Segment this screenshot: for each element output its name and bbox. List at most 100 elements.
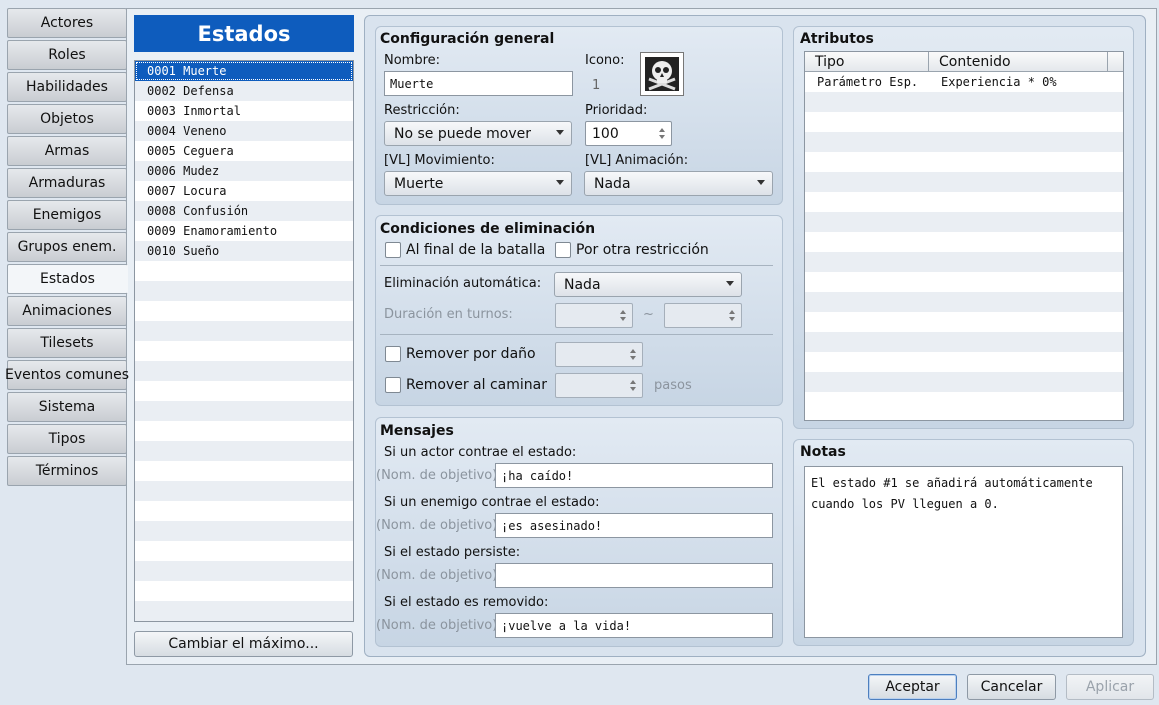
table-row[interactable] — [805, 92, 1123, 112]
end-battle-checkbox[interactable] — [385, 242, 401, 258]
list-item[interactable] — [135, 281, 353, 301]
table-row[interactable] — [805, 132, 1123, 152]
auto-removal-select[interactable]: Nada — [554, 272, 742, 297]
list-item[interactable] — [135, 301, 353, 321]
change-maximum-button[interactable]: Cambiar el máximo... — [134, 631, 353, 657]
damage-stepper[interactable] — [555, 342, 643, 367]
tab-animaciones[interactable]: Animaciones — [7, 296, 127, 326]
stepper-up-icon — [620, 310, 626, 314]
actor-message-input[interactable]: ¡ha caído! — [495, 463, 773, 488]
tab-términos[interactable]: Términos — [7, 456, 127, 486]
tab-estados[interactable]: Estados — [7, 264, 128, 294]
name-input[interactable]: Muerte — [384, 71, 573, 96]
motion-value: Muerte — [394, 175, 444, 192]
by-restriction-checkbox[interactable] — [555, 242, 571, 258]
list-item[interactable] — [135, 421, 353, 441]
list-item[interactable] — [135, 441, 353, 461]
restriction-select[interactable]: No se puede mover — [384, 121, 572, 146]
list-item[interactable] — [135, 581, 353, 601]
list-item[interactable]: 0006 Mudez — [135, 161, 353, 181]
walking-stepper[interactable] — [555, 373, 643, 398]
list-item[interactable] — [135, 321, 353, 341]
icon-picker[interactable] — [640, 52, 684, 96]
actor-message-value: ¡ha caído! — [501, 468, 574, 483]
tab-eventos-comunes[interactable]: Eventos comunes — [5, 360, 129, 390]
tab-enemigos[interactable]: Enemigos — [7, 200, 127, 230]
table-row[interactable] — [805, 392, 1123, 412]
list-item[interactable] — [135, 261, 353, 281]
remove-by-walking-checkbox[interactable] — [385, 377, 401, 393]
duration-max-stepper[interactable] — [664, 303, 742, 328]
table-row[interactable]: Parámetro Esp. Experiencia * 0% — [805, 72, 1123, 92]
duration-min-stepper[interactable] — [555, 303, 633, 328]
priority-stepper[interactable]: 100 — [585, 121, 672, 146]
steps-label: pasos — [654, 378, 692, 393]
overlay-select[interactable]: Nada — [584, 171, 773, 196]
tab-tilesets[interactable]: Tilesets — [7, 328, 127, 358]
table-row[interactable] — [805, 272, 1123, 292]
list-item[interactable] — [135, 341, 353, 361]
table-row[interactable] — [805, 352, 1123, 372]
tab-actores[interactable]: Actores — [7, 8, 127, 38]
tab-armaduras[interactable]: Armaduras — [7, 168, 127, 198]
restriction-value: No se puede mover — [394, 125, 532, 142]
column-header-content[interactable]: Contenido — [929, 52, 1108, 72]
persist-message-input[interactable] — [495, 563, 773, 588]
table-row[interactable] — [805, 112, 1123, 132]
list-item[interactable] — [135, 401, 353, 421]
list-item[interactable] — [135, 381, 353, 401]
list-item[interactable] — [135, 461, 353, 481]
table-row[interactable] — [805, 192, 1123, 212]
traits-table[interactable]: Tipo Contenido Parámetro Esp. Experiencia… — [804, 51, 1124, 421]
motion-label: [VL] Movimiento: — [384, 153, 495, 168]
list-item[interactable]: 0004 Veneno — [135, 121, 353, 141]
stepper-down-icon[interactable] — [659, 135, 665, 139]
list-item[interactable] — [135, 521, 353, 541]
list-item[interactable]: 0001 Muerte — [135, 61, 353, 81]
table-row[interactable] — [805, 372, 1123, 392]
list-item[interactable]: 0008 Confusión — [135, 201, 353, 221]
tab-sistema[interactable]: Sistema — [7, 392, 127, 422]
table-row[interactable] — [805, 172, 1123, 192]
table-row[interactable] — [805, 252, 1123, 272]
tab-habilidades[interactable]: Habilidades — [7, 72, 127, 102]
tab-grupos-enem-[interactable]: Grupos enem. — [7, 232, 127, 262]
list-item[interactable] — [135, 561, 353, 581]
list-item[interactable] — [135, 601, 353, 621]
stepper-up-icon[interactable] — [659, 128, 665, 132]
cancel-button[interactable]: Cancelar — [967, 674, 1056, 700]
tab-tipos[interactable]: Tipos — [7, 424, 127, 454]
table-row[interactable] — [805, 292, 1123, 312]
enemy-message-value: ¡es asesinado! — [501, 518, 603, 533]
table-row[interactable] — [805, 332, 1123, 352]
notes-textarea[interactable]: El estado #1 se añadirá automáticamente … — [804, 466, 1123, 638]
table-row[interactable] — [805, 232, 1123, 252]
tab-roles[interactable]: Roles — [7, 40, 127, 70]
tab-armas[interactable]: Armas — [7, 136, 127, 166]
column-header-filler — [1108, 52, 1123, 72]
motion-select[interactable]: Muerte — [384, 171, 572, 196]
list-item[interactable]: 0007 Locura — [135, 181, 353, 201]
list-item[interactable] — [135, 501, 353, 521]
table-row[interactable] — [805, 212, 1123, 232]
column-header-type[interactable]: Tipo — [805, 52, 929, 72]
enemy-message-input[interactable]: ¡es asesinado! — [495, 513, 773, 538]
list-item[interactable] — [135, 361, 353, 381]
table-row[interactable] — [805, 152, 1123, 172]
list-item[interactable] — [135, 481, 353, 501]
list-item[interactable]: 0010 Sueño — [135, 241, 353, 261]
removed-message-input[interactable]: ¡vuelve a la vida! — [495, 613, 773, 638]
name-label: Nombre: — [384, 53, 441, 68]
apply-button[interactable]: Aplicar — [1066, 674, 1154, 700]
remove-by-damage-checkbox[interactable] — [385, 346, 401, 362]
list-item[interactable]: 0003 Inmortal — [135, 101, 353, 121]
stepper-down-icon — [729, 317, 735, 321]
list-item[interactable]: 0002 Defensa — [135, 81, 353, 101]
states-list[interactable]: 0001 Muerte 0002 Defensa 0003 Inmortal 0004… — [134, 60, 354, 622]
table-row[interactable] — [805, 312, 1123, 332]
list-item[interactable] — [135, 541, 353, 561]
list-item[interactable]: 0005 Ceguera — [135, 141, 353, 161]
ok-button[interactable]: Aceptar — [868, 674, 957, 700]
list-item[interactable]: 0009 Enamoramiento — [135, 221, 353, 241]
tab-objetos[interactable]: Objetos — [7, 104, 127, 134]
